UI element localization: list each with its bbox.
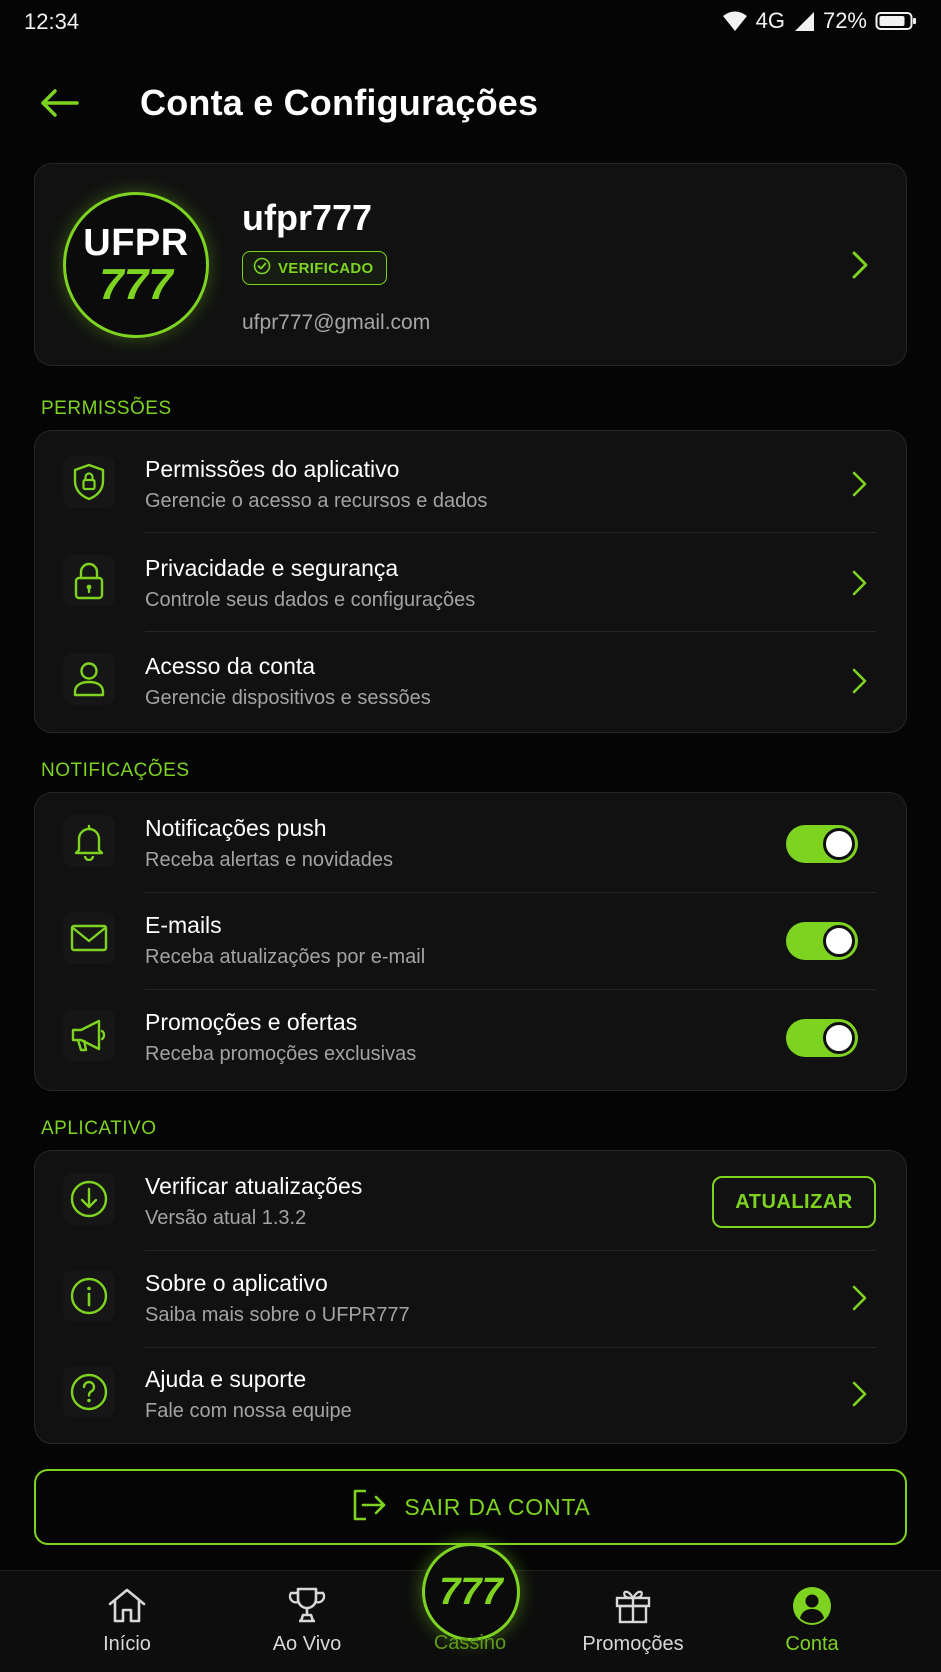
status-icons: 4G 72%	[722, 8, 917, 34]
notifications-card: Notificações push Receba alertas e novid…	[34, 792, 907, 1091]
profile-card[interactable]: UFPR 777 ufpr777 VERIFICADO ufpr777@gmai…	[34, 163, 907, 366]
row-title: Acesso da conta	[145, 653, 316, 679]
toggle-knob	[823, 1022, 855, 1054]
section-label-permissions: PERMISSÕES	[41, 398, 172, 419]
chevron-right-icon	[850, 1284, 868, 1317]
row-title: Permissões do aplicativo	[145, 456, 400, 482]
permissions-row-account-access[interactable]: Acesso da conta Gerencie dispositivos e …	[35, 631, 908, 727]
megaphone-icon	[63, 1009, 115, 1061]
row-subtitle: Gerencie o acesso a recursos e dados	[145, 490, 488, 512]
logout-icon	[350, 1487, 388, 1528]
nav-item-live[interactable]: Ao Vivo	[227, 1571, 387, 1672]
app-row-check-updates: Verificar atualizações Versão atual 1.3.…	[35, 1151, 908, 1247]
avatar-logo-top: UFPR	[83, 222, 189, 264]
header: Conta e Configurações	[0, 70, 941, 140]
battery-icon	[875, 10, 917, 32]
row-title: E-mails	[145, 912, 222, 938]
network-type: 4G	[755, 8, 785, 33]
check-circle-icon	[253, 257, 271, 280]
row-subtitle: Receba promoções exclusivas	[145, 1043, 417, 1065]
avatar: UFPR 777	[63, 192, 209, 338]
wifi-icon	[722, 10, 748, 32]
nav-item-casino[interactable]: 777	[422, 1543, 520, 1641]
emails-toggle[interactable]	[786, 922, 858, 960]
chevron-right-icon	[850, 1380, 868, 1413]
section-label-notifications: NOTIFICAÇÕES	[41, 760, 190, 781]
verified-badge: VERIFICADO	[242, 251, 387, 285]
nav-label: Ao Vivo	[272, 1633, 342, 1655]
notifications-row-push: Notificações push Receba alertas e novid…	[35, 793, 908, 889]
permissions-row-privacy[interactable]: Privacidade e segurança Controle seus da…	[35, 533, 908, 629]
home-icon	[106, 1585, 148, 1630]
avatar-logo-bottom: 777	[99, 260, 173, 309]
row-title: Notificações push	[145, 815, 327, 841]
page-title: Conta e Configurações	[140, 82, 539, 123]
permissions-card: Permissões do aplicativo Gerencie o aces…	[34, 430, 907, 733]
back-button[interactable]	[36, 82, 82, 128]
user-icon	[63, 653, 115, 705]
permissions-row-app-permissions[interactable]: Permissões do aplicativo Gerencie o aces…	[35, 434, 908, 530]
row-title: Privacidade e segurança	[145, 555, 399, 581]
toggle-knob	[823, 925, 855, 957]
chevron-right-icon	[850, 667, 868, 700]
push-notifications-toggle[interactable]	[786, 825, 858, 863]
download-icon	[63, 1173, 115, 1225]
mail-icon	[63, 912, 115, 964]
promotions-toggle[interactable]	[786, 1019, 858, 1057]
app-row-help[interactable]: Ajuda e suporte Fale com nossa equipe	[35, 1344, 908, 1440]
logout-label: SAIR DA CONTA	[404, 1493, 591, 1520]
account-icon	[791, 1585, 833, 1632]
notifications-row-promotions: Promoções e ofertas Receba promoções exc…	[35, 987, 908, 1083]
notifications-row-email: E-mails Receba atualizações por e-mail	[35, 890, 908, 986]
profile-email: ufpr777@gmail.com	[242, 311, 431, 334]
row-title: Promoções e ofertas	[145, 1009, 358, 1035]
row-subtitle: Fale com nossa equipe	[145, 1400, 352, 1422]
verified-label: VERIFICADO	[278, 259, 374, 277]
nav-label: Promoções	[582, 1633, 684, 1655]
battery-percent: 72%	[822, 8, 867, 33]
info-icon	[63, 1270, 115, 1322]
row-subtitle: Receba atualizações por e-mail	[145, 946, 426, 968]
nav-item-promotions[interactable]: Promoções	[553, 1571, 713, 1672]
row-title: Ajuda e suporte	[145, 1366, 307, 1392]
row-title: Sobre o aplicativo	[145, 1270, 328, 1296]
profile-username: ufpr777	[242, 197, 373, 238]
section-label-app: APLICATIVO	[41, 1118, 157, 1139]
row-subtitle: Receba alertas e novidades	[145, 849, 393, 871]
lock-icon	[63, 555, 115, 607]
toggle-knob	[823, 828, 855, 860]
nav-item-account[interactable]: Conta	[732, 1571, 892, 1672]
row-subtitle: Saiba mais sobre o UFPR777	[145, 1304, 410, 1326]
app-row-about[interactable]: Sobre o aplicativo Saiba mais sobre o UF…	[35, 1248, 908, 1344]
bell-icon	[63, 815, 115, 867]
status-time: 12:34	[24, 9, 80, 34]
nav-item-home[interactable]: Início	[47, 1571, 207, 1672]
logout-button[interactable]: SAIR DA CONTA	[34, 1469, 907, 1545]
chevron-right-icon	[850, 470, 868, 503]
gift-icon	[612, 1585, 654, 1630]
row-title: Verificar atualizações	[145, 1173, 363, 1199]
casino-777-logo: 777	[439, 1570, 503, 1613]
trophy-icon	[286, 1585, 328, 1630]
chevron-right-icon	[850, 250, 870, 285]
chevron-right-icon	[850, 569, 868, 602]
nav-label: Conta	[785, 1633, 839, 1655]
update-button[interactable]: ATUALIZAR	[712, 1176, 876, 1228]
shield-lock-icon	[63, 456, 115, 508]
nav-label-casino: Cassino	[433, 1632, 507, 1654]
signal-icon	[793, 10, 815, 32]
arrow-left-icon	[39, 88, 79, 123]
nav-label: Início	[103, 1633, 151, 1655]
status-bar: 12:34 4G 72%	[0, 0, 941, 48]
app-card: Verificar atualizações Versão atual 1.3.…	[34, 1150, 907, 1444]
row-subtitle: Versão atual 1.3.2	[145, 1207, 307, 1229]
row-subtitle: Gerencie dispositivos e sessões	[145, 687, 431, 709]
row-subtitle: Controle seus dados e configurações	[145, 589, 476, 611]
help-icon	[63, 1366, 115, 1418]
